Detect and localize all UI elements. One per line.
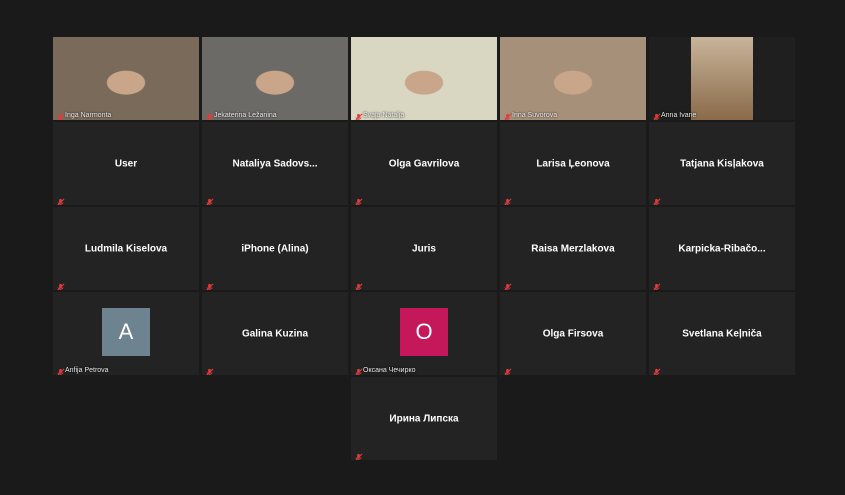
participant-tile[interactable]: A Anfija Petrova <box>53 292 199 375</box>
participant-name: User <box>114 158 138 169</box>
mic-muted-icon <box>652 364 661 375</box>
participant-name: iPhone (Alina) <box>241 243 309 254</box>
participant-avatar: O <box>400 308 448 356</box>
participant-tile[interactable]: Ludmila Kiselova <box>53 207 199 290</box>
participant-name: Ludmila Kiselova <box>84 243 168 254</box>
mic-muted-icon <box>354 194 363 205</box>
participant-name: Karpicka-Ribačo... <box>678 243 766 254</box>
participant-video <box>500 37 646 120</box>
participant-name-label: Irina Suvorova <box>512 112 558 119</box>
participant-tile[interactable]: Svetlana Keļniča <box>649 292 795 375</box>
participant-name-label: Inga Narmonta <box>65 112 112 119</box>
mic-muted-icon <box>56 364 65 375</box>
mic-muted-icon <box>354 449 363 460</box>
mic-muted-icon <box>503 279 512 290</box>
mic-muted-icon <box>354 364 363 375</box>
participant-tile[interactable]: Karpicka-Ribačo... <box>649 207 795 290</box>
participant-tile[interactable]: Olga Gavrilova <box>351 122 497 205</box>
mic-muted-icon <box>503 109 512 120</box>
participant-tile[interactable]: Inga Narmonta <box>53 37 199 120</box>
participant-tile[interactable]: Larisa Ļeonova <box>500 122 646 205</box>
participant-name: Larisa Ļeonova <box>536 158 610 169</box>
participant-name: Galina Kuzina <box>241 328 309 339</box>
participant-video <box>649 37 795 120</box>
mic-muted-icon <box>205 364 214 375</box>
participant-tile[interactable]: Anna Ivane <box>649 37 795 120</box>
participant-avatar: A <box>102 308 150 356</box>
participant-video <box>351 37 497 120</box>
gallery-grid: Inga Narmonta Jekaterina Ležanina Svaja Na… <box>53 37 795 460</box>
participant-name: Olga Gavrilova <box>388 158 460 169</box>
mic-muted-icon <box>354 109 363 120</box>
participant-name: Raisa Merzlakova <box>531 243 615 254</box>
participant-name: Nataliya Sadovs... <box>232 158 318 169</box>
mic-muted-icon <box>56 194 65 205</box>
participant-name: Ирина Липска <box>389 413 459 424</box>
participant-name: Tatjana Kisļakova <box>680 158 764 169</box>
participant-tile[interactable]: Jekaterina Ležanina <box>202 37 348 120</box>
video-frame <box>691 37 753 120</box>
mic-muted-icon <box>652 279 661 290</box>
participant-name: Olga Firsova <box>542 328 604 339</box>
participant-tile[interactable]: Irina Suvorova <box>500 37 646 120</box>
mic-muted-icon <box>56 109 65 120</box>
participant-tile[interactable]: O Оксана Чечирко <box>351 292 497 375</box>
mic-muted-icon <box>652 109 661 120</box>
participant-video <box>202 37 348 120</box>
participant-tile[interactable]: iPhone (Alina) <box>202 207 348 290</box>
mic-muted-icon <box>56 279 65 290</box>
mic-muted-icon <box>205 279 214 290</box>
participant-tile[interactable]: Tatjana Kisļakova <box>649 122 795 205</box>
participant-name-label: Svaja Natalja <box>363 112 405 119</box>
participant-name: Svetlana Keļniča <box>682 328 762 339</box>
mic-muted-icon <box>503 364 512 375</box>
mic-muted-icon <box>205 109 214 120</box>
mic-muted-icon <box>503 194 512 205</box>
participant-tile[interactable]: Ирина Липска <box>351 377 497 460</box>
mic-muted-icon <box>205 194 214 205</box>
participant-tile[interactable]: Nataliya Sadovs... <box>202 122 348 205</box>
participant-tile[interactable]: Galina Kuzina <box>202 292 348 375</box>
participant-name-label: Anna Ivane <box>661 112 697 119</box>
mic-muted-icon <box>354 279 363 290</box>
participant-tile[interactable]: Juris <box>351 207 497 290</box>
participant-name-label: Jekaterina Ležanina <box>214 112 277 119</box>
mic-muted-icon <box>652 194 661 205</box>
participant-tile[interactable]: Svaja Natalja <box>351 37 497 120</box>
participant-name: Juris <box>412 243 436 254</box>
participant-tile[interactable]: User <box>53 122 199 205</box>
participant-name-label: Anfija Petrova <box>65 367 109 374</box>
participant-video <box>53 37 199 120</box>
participant-tile[interactable]: Raisa Merzlakova <box>500 207 646 290</box>
participant-tile[interactable]: Olga Firsova <box>500 292 646 375</box>
participant-name-label: Оксана Чечирко <box>363 367 416 374</box>
